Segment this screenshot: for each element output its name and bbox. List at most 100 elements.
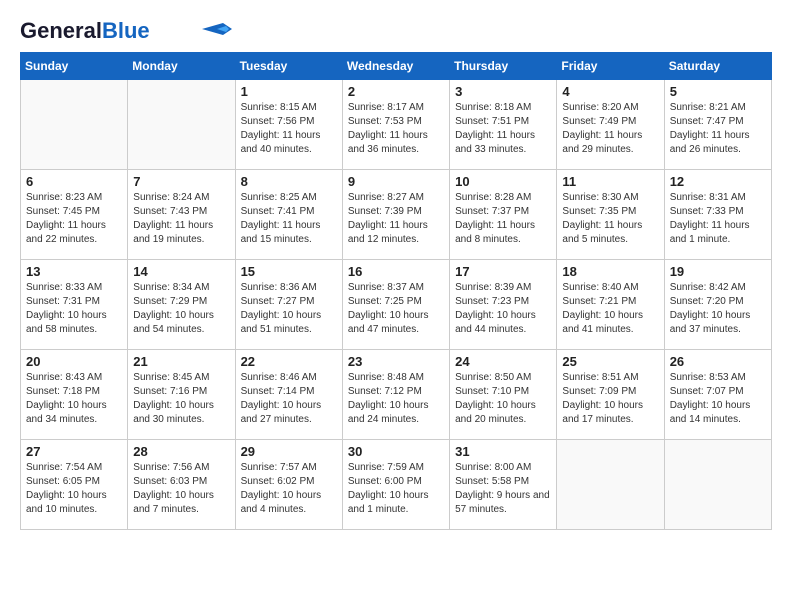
calendar-cell: 19Sunrise: 8:42 AM Sunset: 7:20 PM Dayli… bbox=[664, 260, 771, 350]
calendar-cell: 24 Sunrise: 8:50 AM Sunset: 7:10 PM Dayli… bbox=[450, 350, 557, 440]
calendar-cell: 14Sunrise: 8:34 AM Sunset: 7:29 PM Dayli… bbox=[128, 260, 235, 350]
calendar-cell: 9 Sunrise: 8:27 AM Sunset: 7:39 PM Daylig… bbox=[342, 170, 449, 260]
day-info: Sunrise: 8:51 AM Sunset: 7:09 PM Dayligh… bbox=[562, 371, 658, 427]
calendar-cell: 27 Sunrise: 7:54 AM Sunset: 6:05 PM Dayli… bbox=[21, 440, 128, 530]
logo: GeneralBlue bbox=[20, 20, 232, 42]
weekday-header-wednesday: Wednesday bbox=[342, 53, 449, 80]
calendar-cell: 15 Sunrise: 8:36 AM Sunset: 7:27 PM Dayli… bbox=[235, 260, 342, 350]
calendar-cell bbox=[664, 440, 771, 530]
calendar-cell: 20 Sunrise: 8:43 AM Sunset: 7:18 PM Dayli… bbox=[21, 350, 128, 440]
page-header: GeneralBlue bbox=[20, 20, 772, 42]
calendar-cell: 16 Sunrise: 8:37 AM Sunset: 7:25 PM Dayli… bbox=[342, 260, 449, 350]
calendar-cell: 8 Sunrise: 8:25 AM Sunset: 7:41 PM Daylig… bbox=[235, 170, 342, 260]
day-number: 30 bbox=[348, 444, 444, 459]
day-info: Sunrise: 8:31 AM Sunset: 7:33 PM Dayligh… bbox=[670, 191, 766, 247]
day-number: 28 bbox=[133, 444, 229, 459]
calendar-cell: 2 Sunrise: 8:17 AM Sunset: 7:53 PM Daylig… bbox=[342, 80, 449, 170]
day-info: Sunrise: 8:15 AM Sunset: 7:56 PM Dayligh… bbox=[241, 101, 337, 157]
calendar-table: SundayMondayTuesdayWednesdayThursdayFrid… bbox=[20, 52, 772, 530]
day-info: Sunrise: 8:39 AM Sunset: 7:23 PM Dayligh… bbox=[455, 281, 551, 337]
calendar-cell: 5Sunrise: 8:21 AM Sunset: 7:47 PM Daylig… bbox=[664, 80, 771, 170]
day-info: Sunrise: 8:20 AM Sunset: 7:49 PM Dayligh… bbox=[562, 101, 658, 157]
calendar-cell: 29 Sunrise: 7:57 AM Sunset: 6:02 PM Dayli… bbox=[235, 440, 342, 530]
logo-plane-icon bbox=[202, 22, 232, 36]
weekday-header-monday: Monday bbox=[128, 53, 235, 80]
calendar-cell: 6 Sunrise: 8:23 AM Sunset: 7:45 PM Daylig… bbox=[21, 170, 128, 260]
day-info: Sunrise: 7:56 AM Sunset: 6:03 PM Dayligh… bbox=[133, 461, 229, 517]
calendar-cell: 10Sunrise: 8:28 AM Sunset: 7:37 PM Dayli… bbox=[450, 170, 557, 260]
day-info: Sunrise: 8:23 AM Sunset: 7:45 PM Dayligh… bbox=[26, 191, 122, 247]
day-number: 18 bbox=[562, 264, 658, 279]
day-info: Sunrise: 8:18 AM Sunset: 7:51 PM Dayligh… bbox=[455, 101, 551, 157]
day-info: Sunrise: 8:50 AM Sunset: 7:10 PM Dayligh… bbox=[455, 371, 551, 427]
day-number: 4 bbox=[562, 84, 658, 99]
day-number: 23 bbox=[348, 354, 444, 369]
day-number: 27 bbox=[26, 444, 122, 459]
calendar-cell: 1 Sunrise: 8:15 AM Sunset: 7:56 PM Daylig… bbox=[235, 80, 342, 170]
day-number: 1 bbox=[241, 84, 337, 99]
day-number: 14 bbox=[133, 264, 229, 279]
day-info: Sunrise: 8:37 AM Sunset: 7:25 PM Dayligh… bbox=[348, 281, 444, 337]
day-info: Sunrise: 8:28 AM Sunset: 7:37 PM Dayligh… bbox=[455, 191, 551, 247]
day-number: 12 bbox=[670, 174, 766, 189]
day-number: 24 bbox=[455, 354, 551, 369]
day-info: Sunrise: 8:43 AM Sunset: 7:18 PM Dayligh… bbox=[26, 371, 122, 427]
day-info: Sunrise: 8:40 AM Sunset: 7:21 PM Dayligh… bbox=[562, 281, 658, 337]
day-number: 6 bbox=[26, 174, 122, 189]
day-info: Sunrise: 7:59 AM Sunset: 6:00 PM Dayligh… bbox=[348, 461, 444, 517]
day-info: Sunrise: 8:53 AM Sunset: 7:07 PM Dayligh… bbox=[670, 371, 766, 427]
calendar-cell: 25 Sunrise: 8:51 AM Sunset: 7:09 PM Dayli… bbox=[557, 350, 664, 440]
weekday-header-friday: Friday bbox=[557, 53, 664, 80]
calendar-cell: 7Sunrise: 8:24 AM Sunset: 7:43 PM Daylig… bbox=[128, 170, 235, 260]
day-number: 2 bbox=[348, 84, 444, 99]
calendar-cell: 21Sunrise: 8:45 AM Sunset: 7:16 PM Dayli… bbox=[128, 350, 235, 440]
calendar-cell: 3 Sunrise: 8:18 AM Sunset: 7:51 PM Daylig… bbox=[450, 80, 557, 170]
day-number: 15 bbox=[241, 264, 337, 279]
day-number: 26 bbox=[670, 354, 766, 369]
day-number: 16 bbox=[348, 264, 444, 279]
calendar-cell bbox=[21, 80, 128, 170]
day-info: Sunrise: 8:42 AM Sunset: 7:20 PM Dayligh… bbox=[670, 281, 766, 337]
weekday-header-thursday: Thursday bbox=[450, 53, 557, 80]
day-number: 25 bbox=[562, 354, 658, 369]
day-info: Sunrise: 8:25 AM Sunset: 7:41 PM Dayligh… bbox=[241, 191, 337, 247]
calendar-cell: 22 Sunrise: 8:46 AM Sunset: 7:14 PM Dayli… bbox=[235, 350, 342, 440]
day-number: 11 bbox=[562, 174, 658, 189]
day-number: 31 bbox=[455, 444, 551, 459]
day-number: 17 bbox=[455, 264, 551, 279]
day-info: Sunrise: 8:24 AM Sunset: 7:43 PM Dayligh… bbox=[133, 191, 229, 247]
calendar-cell: 18 Sunrise: 8:40 AM Sunset: 7:21 PM Dayli… bbox=[557, 260, 664, 350]
day-info: Sunrise: 8:46 AM Sunset: 7:14 PM Dayligh… bbox=[241, 371, 337, 427]
calendar-cell: 28 Sunrise: 7:56 AM Sunset: 6:03 PM Dayli… bbox=[128, 440, 235, 530]
calendar-cell bbox=[557, 440, 664, 530]
day-number: 5 bbox=[670, 84, 766, 99]
day-number: 8 bbox=[241, 174, 337, 189]
day-number: 13 bbox=[26, 264, 122, 279]
calendar-cell bbox=[128, 80, 235, 170]
calendar-cell: 4 Sunrise: 8:20 AM Sunset: 7:49 PM Daylig… bbox=[557, 80, 664, 170]
day-info: Sunrise: 7:54 AM Sunset: 6:05 PM Dayligh… bbox=[26, 461, 122, 517]
calendar-cell: 23Sunrise: 8:48 AM Sunset: 7:12 PM Dayli… bbox=[342, 350, 449, 440]
weekday-header-tuesday: Tuesday bbox=[235, 53, 342, 80]
day-number: 3 bbox=[455, 84, 551, 99]
calendar-cell: 11 Sunrise: 8:30 AM Sunset: 7:35 PM Dayli… bbox=[557, 170, 664, 260]
day-number: 20 bbox=[26, 354, 122, 369]
day-info: Sunrise: 8:17 AM Sunset: 7:53 PM Dayligh… bbox=[348, 101, 444, 157]
calendar-cell: 17 Sunrise: 8:39 AM Sunset: 7:23 PM Dayli… bbox=[450, 260, 557, 350]
day-info: Sunrise: 8:30 AM Sunset: 7:35 PM Dayligh… bbox=[562, 191, 658, 247]
day-number: 9 bbox=[348, 174, 444, 189]
calendar-cell: 31 Sunrise: 8:00 AM Sunset: 5:58 PM Dayli… bbox=[450, 440, 557, 530]
weekday-header-saturday: Saturday bbox=[664, 53, 771, 80]
calendar-cell: 26 Sunrise: 8:53 AM Sunset: 7:07 PM Dayli… bbox=[664, 350, 771, 440]
calendar-cell: 13Sunrise: 8:33 AM Sunset: 7:31 PM Dayli… bbox=[21, 260, 128, 350]
day-info: Sunrise: 8:36 AM Sunset: 7:27 PM Dayligh… bbox=[241, 281, 337, 337]
calendar-cell: 30 Sunrise: 7:59 AM Sunset: 6:00 PM Dayli… bbox=[342, 440, 449, 530]
day-info: Sunrise: 8:27 AM Sunset: 7:39 PM Dayligh… bbox=[348, 191, 444, 247]
day-info: Sunrise: 8:45 AM Sunset: 7:16 PM Dayligh… bbox=[133, 371, 229, 427]
day-info: Sunrise: 8:00 AM Sunset: 5:58 PM Dayligh… bbox=[455, 461, 551, 517]
day-number: 29 bbox=[241, 444, 337, 459]
day-info: Sunrise: 7:57 AM Sunset: 6:02 PM Dayligh… bbox=[241, 461, 337, 517]
weekday-header-sunday: Sunday bbox=[21, 53, 128, 80]
logo-text: GeneralBlue bbox=[20, 20, 150, 42]
day-number: 22 bbox=[241, 354, 337, 369]
